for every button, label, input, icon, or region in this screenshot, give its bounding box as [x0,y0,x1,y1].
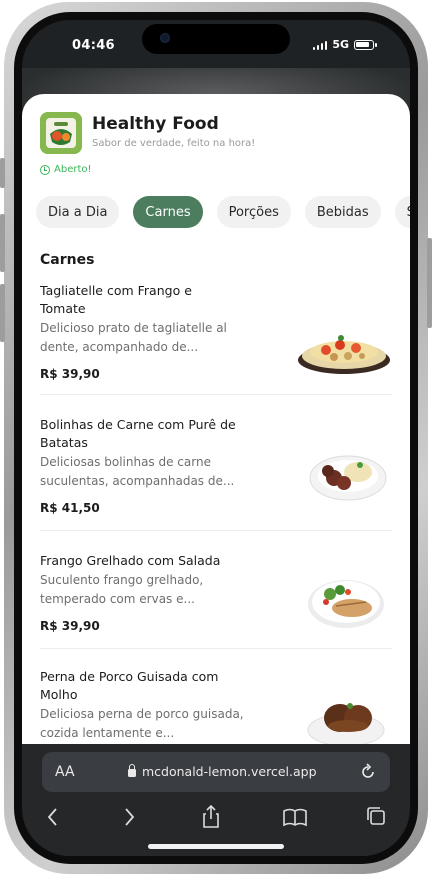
product-item[interactable]: Perna de Porco Guisada com Molho Delicio… [40,668,392,744]
camera-icon [160,33,170,43]
home-indicator [148,844,284,849]
restaurant-logo [40,112,82,154]
reload-icon[interactable] [358,762,378,782]
tab-carnes[interactable]: Carnes [133,196,203,228]
url-display[interactable]: mcdonald-lemon.vercel.app [128,764,317,779]
tabs-icon[interactable] [362,802,392,832]
tab-porcoes[interactable]: Porções [216,196,291,228]
network-label: 5G [332,38,349,51]
dynamic-island [142,24,290,54]
divider [40,394,392,395]
product-image [309,455,387,501]
section-title: Carnes [40,252,95,268]
tab-dia-a-dia[interactable]: Dia a Dia [36,196,120,228]
product-item[interactable]: Tagliatelle com Frango e Tomate Delicios… [40,282,392,381]
product-name: Frango Grelhado com Salada [40,553,221,568]
restaurant-tagline: Sabor de verdade, feito na hora! [92,138,256,149]
volume-down-button [0,284,5,342]
product-image [308,580,384,628]
url-text: mcdonald-lemon.vercel.app [142,764,317,779]
silent-switch [0,158,5,188]
tab-bebidas[interactable]: Bebidas [304,196,381,228]
signal-icon [312,40,328,50]
status-indicators: 5G [312,38,377,51]
browser-nav [22,802,410,832]
restaurant-name: Healthy Food [92,114,219,134]
screen: 04:46 5G Healthy Food Sabor de verdade, … [22,20,410,856]
product-description: Deliciosa perna de porco guisada, cozida… [40,707,244,740]
lock-icon [128,764,136,777]
browser-toolbar: AA mcdonald-lemon.vercel.app [22,744,410,856]
power-button [427,238,432,328]
product-item[interactable]: Bolinhas de Carne com Purê de Batatas De… [40,416,392,515]
product-image [307,703,385,744]
open-status-label: Aberto! [54,164,92,175]
clock-icon [40,164,50,175]
share-icon[interactable] [196,802,226,832]
product-description: Suculento frango grelhado, temperado com… [40,573,204,606]
product-image [298,335,390,374]
text-size-button[interactable]: AA [55,764,75,780]
back-icon[interactable] [38,802,68,832]
forward-icon[interactable] [114,802,144,832]
open-status: Aberto! [40,164,92,175]
volume-up-button [0,214,5,272]
product-name: Perna de Porco Guisada com Molho [40,669,219,702]
product-name: Bolinhas de Carne com Purê de Batatas [40,417,236,450]
status-bar: 04:46 5G [22,20,410,70]
status-time: 04:46 [72,38,115,53]
address-bar[interactable]: AA mcdonald-lemon.vercel.app [42,752,390,792]
divider [40,648,392,649]
battery-icon [354,39,377,50]
product-description: Deliciosas bolinhas de carne suculentas,… [40,455,235,488]
product-name: Tagliatelle com Frango e Tomate [40,283,192,316]
divider [40,530,392,531]
product-item[interactable]: Frango Grelhado com Salada Suculento fra… [40,552,392,633]
category-tabs: Dia a Dia Carnes Porções Bebidas So [36,196,410,228]
menu-card: Healthy Food Sabor de verdade, feito na … [22,94,410,744]
tab-partial[interactable]: So [394,196,410,228]
product-description: Delicioso prato de tagliatelle al dente,… [40,321,227,354]
bookmarks-icon[interactable] [280,802,310,832]
